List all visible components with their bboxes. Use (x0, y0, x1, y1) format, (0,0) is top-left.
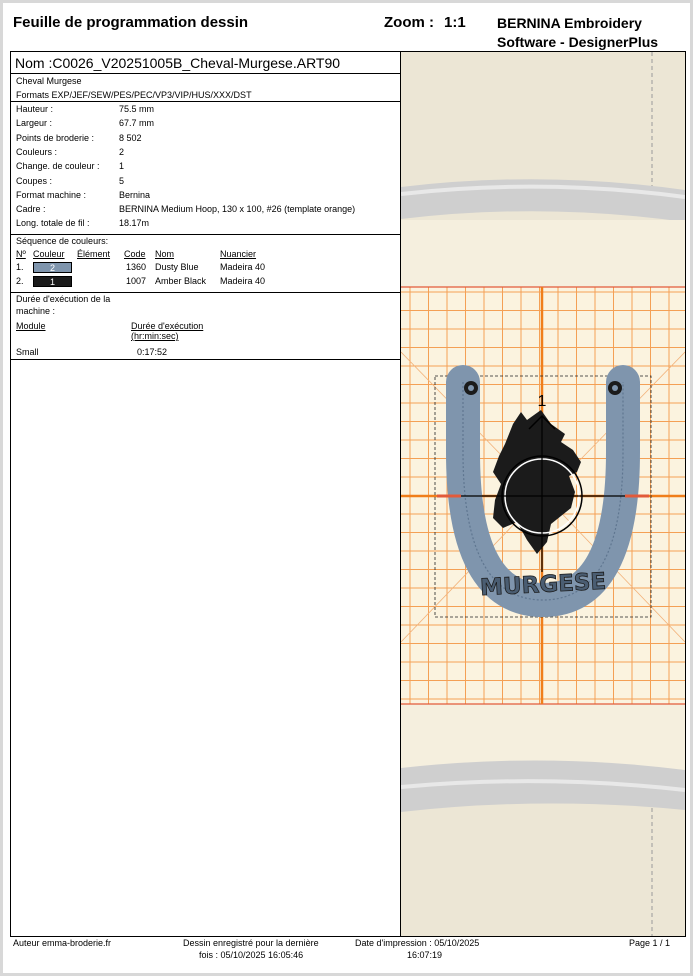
software-line-1: BERNINA Embroidery (497, 15, 642, 31)
property-label: Couleurs : (16, 146, 58, 157)
col-shade: Nuancier (220, 249, 257, 259)
software-line-2: Software - DesignerPlus (497, 34, 659, 50)
design-name-section: Nom :C0026_V20251005B_Cheval-Murgese.ART… (11, 52, 400, 74)
property-value: 8 502 (119, 132, 142, 143)
print-sheet: Feuille de programmation dessin Zoom : 1… (3, 3, 690, 973)
property-value: 5 (119, 175, 125, 186)
color-swatch: 1 (33, 276, 72, 287)
property-value: 1 (119, 161, 125, 172)
horseshoe-nail-inner-right (612, 385, 618, 391)
zoom-value: 1:1 (444, 14, 466, 31)
color-shade: Madeira 40 (220, 262, 266, 272)
duration-time: 0:17:52 (137, 347, 168, 357)
property-label: Largeur : (16, 118, 53, 129)
property-value: BERNINA Medium Hoop, 130 x 100, #26 (tem… (119, 204, 356, 215)
design-properties: Hauteur : 75.5 mm Largeur : 67.7 mm Points d… (11, 101, 400, 235)
zoom-label: Zoom : (384, 14, 434, 31)
property-label: Change. de couleur : (16, 161, 100, 172)
property-value: 18.17m (119, 218, 150, 229)
software-name: BERNINA Embroidery Software - DesignerPl… (497, 14, 658, 52)
duration-title-2: machine : (16, 306, 56, 316)
property-label: Points de broderie : (16, 132, 95, 143)
footer-saved-1: Dessin enregistré pour la dernière (183, 938, 319, 948)
property-value: 2 (119, 146, 125, 157)
footer-author: Auteur emma-broderie.fr (13, 938, 112, 948)
col-color: Couleur (33, 249, 65, 259)
color-code: 1007 (126, 276, 147, 286)
property-label: Long. totale de fil : (16, 218, 90, 229)
duration-module: Small (16, 347, 39, 357)
footer-saved-2: fois : 05/10/2025 16:05:46 (199, 950, 304, 960)
duration-col-module: Module (16, 321, 46, 331)
duration-section: Durée d'exécution de la machine : Module… (11, 292, 400, 360)
col-no: Nº (16, 249, 26, 259)
page-title: Feuille de programmation dessin (13, 14, 249, 31)
design-preview: MURGESE 1 (401, 52, 685, 936)
duration-title-1: Durée d'exécution de la (16, 294, 111, 304)
property-label: Cadre : (16, 204, 46, 215)
duration-col-time-2: (hr:min:sec) (131, 331, 179, 341)
design-subtitle: Cheval Murgese (16, 76, 82, 86)
design-formats: Formats EXP/JEF/SEW/PES/PEC/VP3/VIP/HUS/… (16, 90, 252, 100)
design-meta-section: Cheval Murgese Formats EXP/JEF/SEW/PES/P… (11, 73, 400, 102)
color-row-number: 1. (16, 262, 24, 272)
col-element: Élément (77, 249, 111, 259)
color-name: Amber Black (155, 276, 207, 286)
sequence-marker: 1 (538, 393, 547, 410)
horseshoe-nail-inner-left (468, 385, 474, 391)
footer-page: Page 1 / 1 (629, 938, 671, 948)
col-name: Nom (155, 249, 175, 259)
property-label: Format machine : (16, 189, 87, 200)
footer-printed-2: 16:07:19 (407, 950, 443, 960)
design-name: Nom :C0026_V20251005B_Cheval-Murgese.ART… (15, 55, 341, 71)
property-label: Hauteur : (16, 104, 54, 114)
property-value: 75.5 mm (119, 104, 155, 114)
duration-col-time-1: Durée d'exécution (131, 321, 204, 331)
color-row-number: 2. (16, 276, 24, 286)
color-shade: Madeira 40 (220, 276, 266, 286)
hoop-preview-svg: MURGESE 1 (401, 52, 685, 936)
color-name: Dusty Blue (155, 262, 199, 272)
sheet-frame: Nom :C0026_V20251005B_Cheval-Murgese.ART… (10, 51, 686, 937)
footer-printed-1: Date d'impression : 05/10/2025 (355, 938, 480, 948)
property-value: Bernina (119, 189, 151, 200)
col-code: Code (124, 249, 146, 259)
color-sequence: Séquence de couleurs: Nº Couleur Élément… (11, 234, 400, 293)
property-value: 67.7 mm (119, 118, 155, 129)
property-label: Coupes : (16, 175, 53, 186)
info-panel: Nom :C0026_V20251005B_Cheval-Murgese.ART… (11, 52, 401, 936)
color-code: 1360 (126, 262, 147, 272)
color-swatch: 2 (33, 262, 72, 273)
color-sequence-title: Séquence de couleurs: (16, 236, 109, 246)
